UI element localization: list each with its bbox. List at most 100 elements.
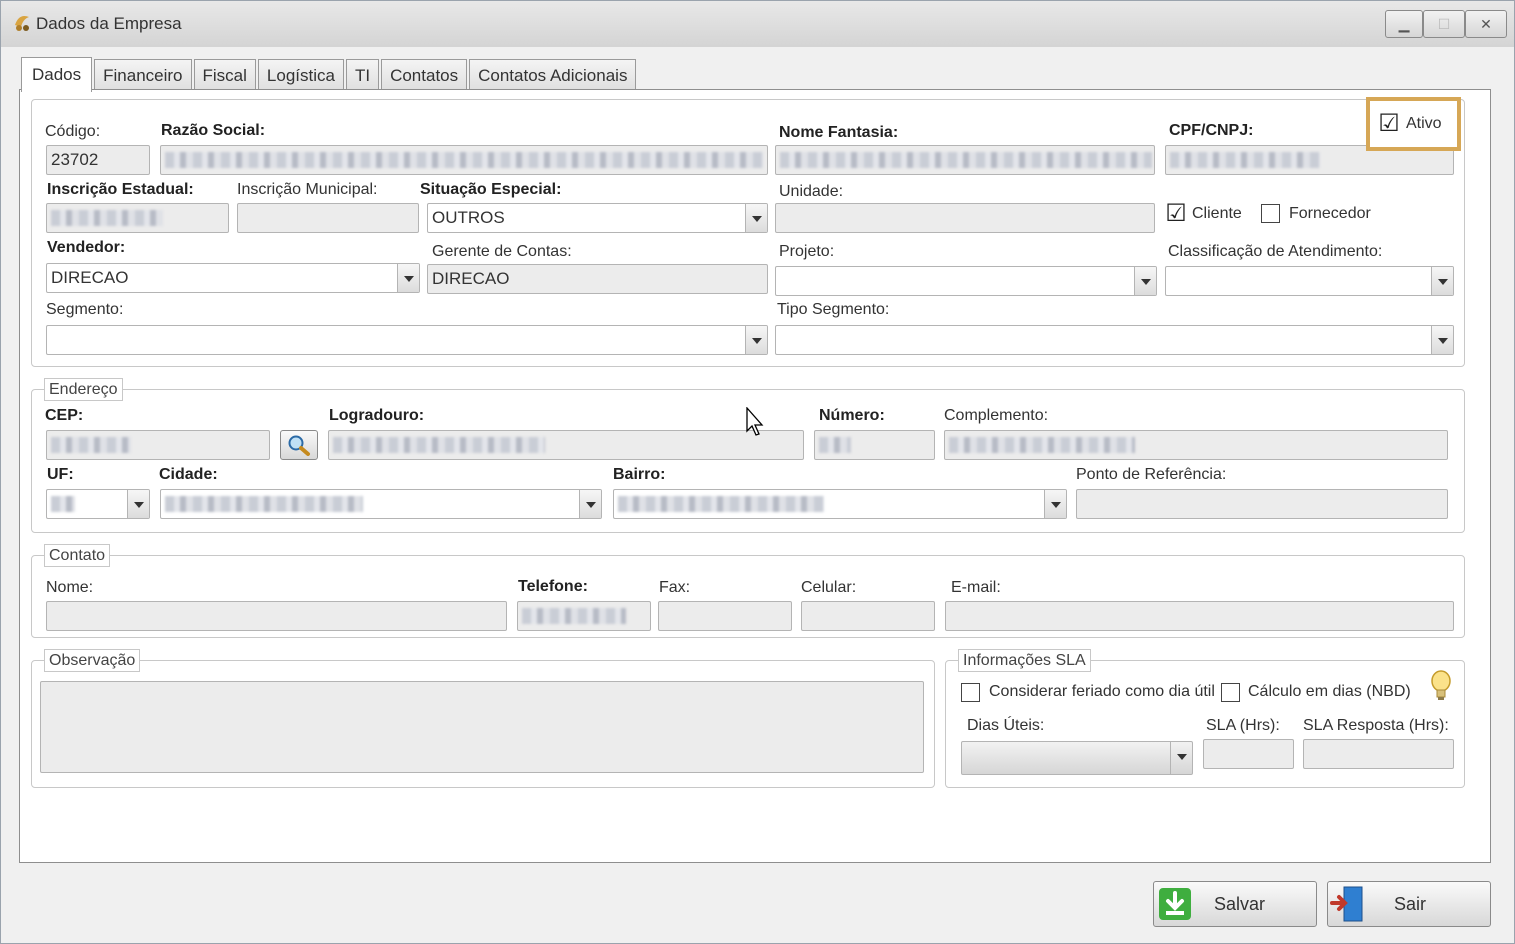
- cliente-checkbox[interactable]: ☑: [1165, 202, 1187, 226]
- sair-button[interactable]: Sair: [1327, 881, 1491, 927]
- tab-logistica[interactable]: Logística: [257, 59, 344, 92]
- tab-contatos-adicionais[interactable]: Contatos Adicionais: [469, 59, 637, 92]
- gerente-label: Gerente de Contas:: [432, 243, 572, 260]
- razao-social-field[interactable]: [160, 145, 768, 175]
- cep-label: CEP:: [45, 407, 84, 424]
- exit-door-icon: [1330, 886, 1363, 922]
- tipo-segmento-combo[interactable]: [775, 325, 1454, 355]
- cidade-label: Cidade:: [159, 466, 218, 483]
- tab-contatos[interactable]: Contatos: [381, 59, 468, 92]
- tab-fiscal[interactable]: Fiscal: [193, 59, 256, 92]
- sair-label: Sair: [1394, 893, 1427, 914]
- chevron-down-icon[interactable]: [745, 204, 767, 232]
- sla-resposta-label: SLA Resposta (Hrs):: [1303, 717, 1449, 734]
- inscricao-municipal-label: Inscrição Municipal:: [237, 181, 378, 198]
- projeto-label: Projeto:: [779, 243, 835, 260]
- close-icon: ✕: [1480, 15, 1492, 32]
- redacted-text: [51, 496, 75, 512]
- celular-field[interactable]: [801, 601, 935, 631]
- nome-fantasia-field[interactable]: [775, 145, 1155, 175]
- chevron-down-icon[interactable]: [397, 264, 419, 292]
- fax-field[interactable]: [658, 601, 792, 631]
- numero-field[interactable]: [814, 430, 935, 460]
- cep-search-button[interactable]: [280, 430, 318, 460]
- classificacao-combo[interactable]: [1165, 266, 1454, 296]
- observacao-textarea[interactable]: [40, 681, 924, 773]
- tab-financeiro[interactable]: Financeiro: [94, 59, 192, 92]
- segmento-combo[interactable]: [46, 325, 768, 355]
- vendedor-combo[interactable]: DIRECAO: [46, 263, 420, 293]
- email-label: E-mail:: [951, 579, 1001, 596]
- chevron-down-icon[interactable]: [579, 490, 601, 518]
- inscricao-estadual-field[interactable]: [46, 203, 229, 233]
- redacted-text: [51, 437, 131, 453]
- unidade-field[interactable]: [775, 203, 1155, 233]
- celular-label: Celular:: [801, 579, 857, 596]
- nome-field[interactable]: [46, 601, 507, 631]
- email-field[interactable]: [945, 601, 1454, 631]
- vendedor-value: DIRECAO: [51, 268, 129, 287]
- cidade-combo[interactable]: [160, 489, 602, 519]
- sla-hrs-label: SLA (Hrs):: [1206, 717, 1280, 734]
- chevron-down-icon[interactable]: [1431, 267, 1453, 295]
- redacted-text: [1170, 152, 1320, 168]
- inscricao-estadual-label: Inscrição Estadual:: [47, 181, 194, 198]
- complemento-field[interactable]: [944, 430, 1448, 460]
- search-icon: [288, 435, 310, 456]
- cpf-cnpj-label: CPF/CNPJ:: [1169, 122, 1254, 139]
- chevron-down-icon[interactable]: [1170, 742, 1192, 774]
- maximize-button[interactable]: ☐: [1423, 10, 1465, 38]
- main-window: Dados da Empresa ▁ ☐ ✕ Dados Financeiro …: [0, 0, 1515, 944]
- uf-combo[interactable]: [46, 489, 150, 519]
- situacao-especial-combo[interactable]: OUTROS: [427, 203, 768, 233]
- telefone-field[interactable]: [517, 601, 651, 631]
- contato-title: Contato: [44, 544, 111, 567]
- nbd-checkbox[interactable]: [1221, 683, 1240, 702]
- unidade-label: Unidade:: [779, 183, 844, 200]
- tab-ti[interactable]: TI: [345, 59, 380, 92]
- chevron-down-icon[interactable]: [745, 326, 767, 354]
- minimize-button[interactable]: ▁: [1385, 10, 1423, 38]
- feriado-checkbox[interactable]: [961, 683, 980, 702]
- uf-label: UF:: [47, 466, 74, 483]
- logradouro-field[interactable]: [328, 430, 804, 460]
- salvar-label: Salvar: [1214, 893, 1266, 914]
- download-save-icon: [1159, 888, 1191, 920]
- ativo-checkbox[interactable]: ☑: [1378, 112, 1400, 136]
- chevron-down-icon[interactable]: [1431, 326, 1453, 354]
- situacao-especial-value: OUTROS: [432, 208, 505, 227]
- ponto-referencia-field[interactable]: [1076, 489, 1448, 519]
- codigo-field[interactable]: 23702: [46, 145, 150, 175]
- mouse-cursor-icon: [746, 407, 764, 436]
- redacted-text: [51, 210, 163, 226]
- chevron-down-icon[interactable]: [127, 490, 149, 518]
- inscricao-municipal-field[interactable]: [237, 203, 419, 233]
- codigo-label: Código:: [45, 123, 101, 140]
- window-title: Dados da Empresa: [36, 14, 182, 33]
- sla-hrs-field[interactable]: [1203, 739, 1294, 769]
- fornecedor-label: Fornecedor: [1289, 205, 1371, 222]
- tab-dados[interactable]: Dados: [21, 57, 93, 92]
- fax-label: Fax:: [659, 579, 691, 596]
- chevron-down-icon[interactable]: [1044, 490, 1066, 518]
- salvar-button[interactable]: Salvar: [1153, 881, 1317, 927]
- chevron-down-icon[interactable]: [1134, 267, 1156, 295]
- fornecedor-checkbox[interactable]: [1261, 204, 1280, 223]
- redacted-text: [333, 437, 545, 453]
- projeto-combo[interactable]: [775, 266, 1157, 296]
- sla-resposta-field[interactable]: [1303, 739, 1454, 769]
- dias-uteis-combo[interactable]: [961, 741, 1193, 775]
- redacted-text: [949, 437, 1135, 453]
- bairro-combo[interactable]: [613, 489, 1067, 519]
- dias-uteis-label: Dias Úteis:: [967, 717, 1045, 734]
- redacted-text: [618, 496, 824, 512]
- complemento-label: Complemento:: [944, 407, 1049, 424]
- segmento-label: Segmento:: [46, 301, 124, 318]
- cep-field[interactable]: [46, 430, 270, 460]
- minimize-icon: ▁: [1398, 15, 1410, 32]
- gerente-field[interactable]: DIRECAO: [427, 264, 768, 294]
- close-button[interactable]: ✕: [1465, 10, 1507, 38]
- endereco-title: Endereço: [44, 378, 123, 401]
- feriado-label: Considerar feriado como dia útil: [989, 683, 1215, 700]
- lightbulb-icon[interactable]: [1429, 669, 1453, 703]
